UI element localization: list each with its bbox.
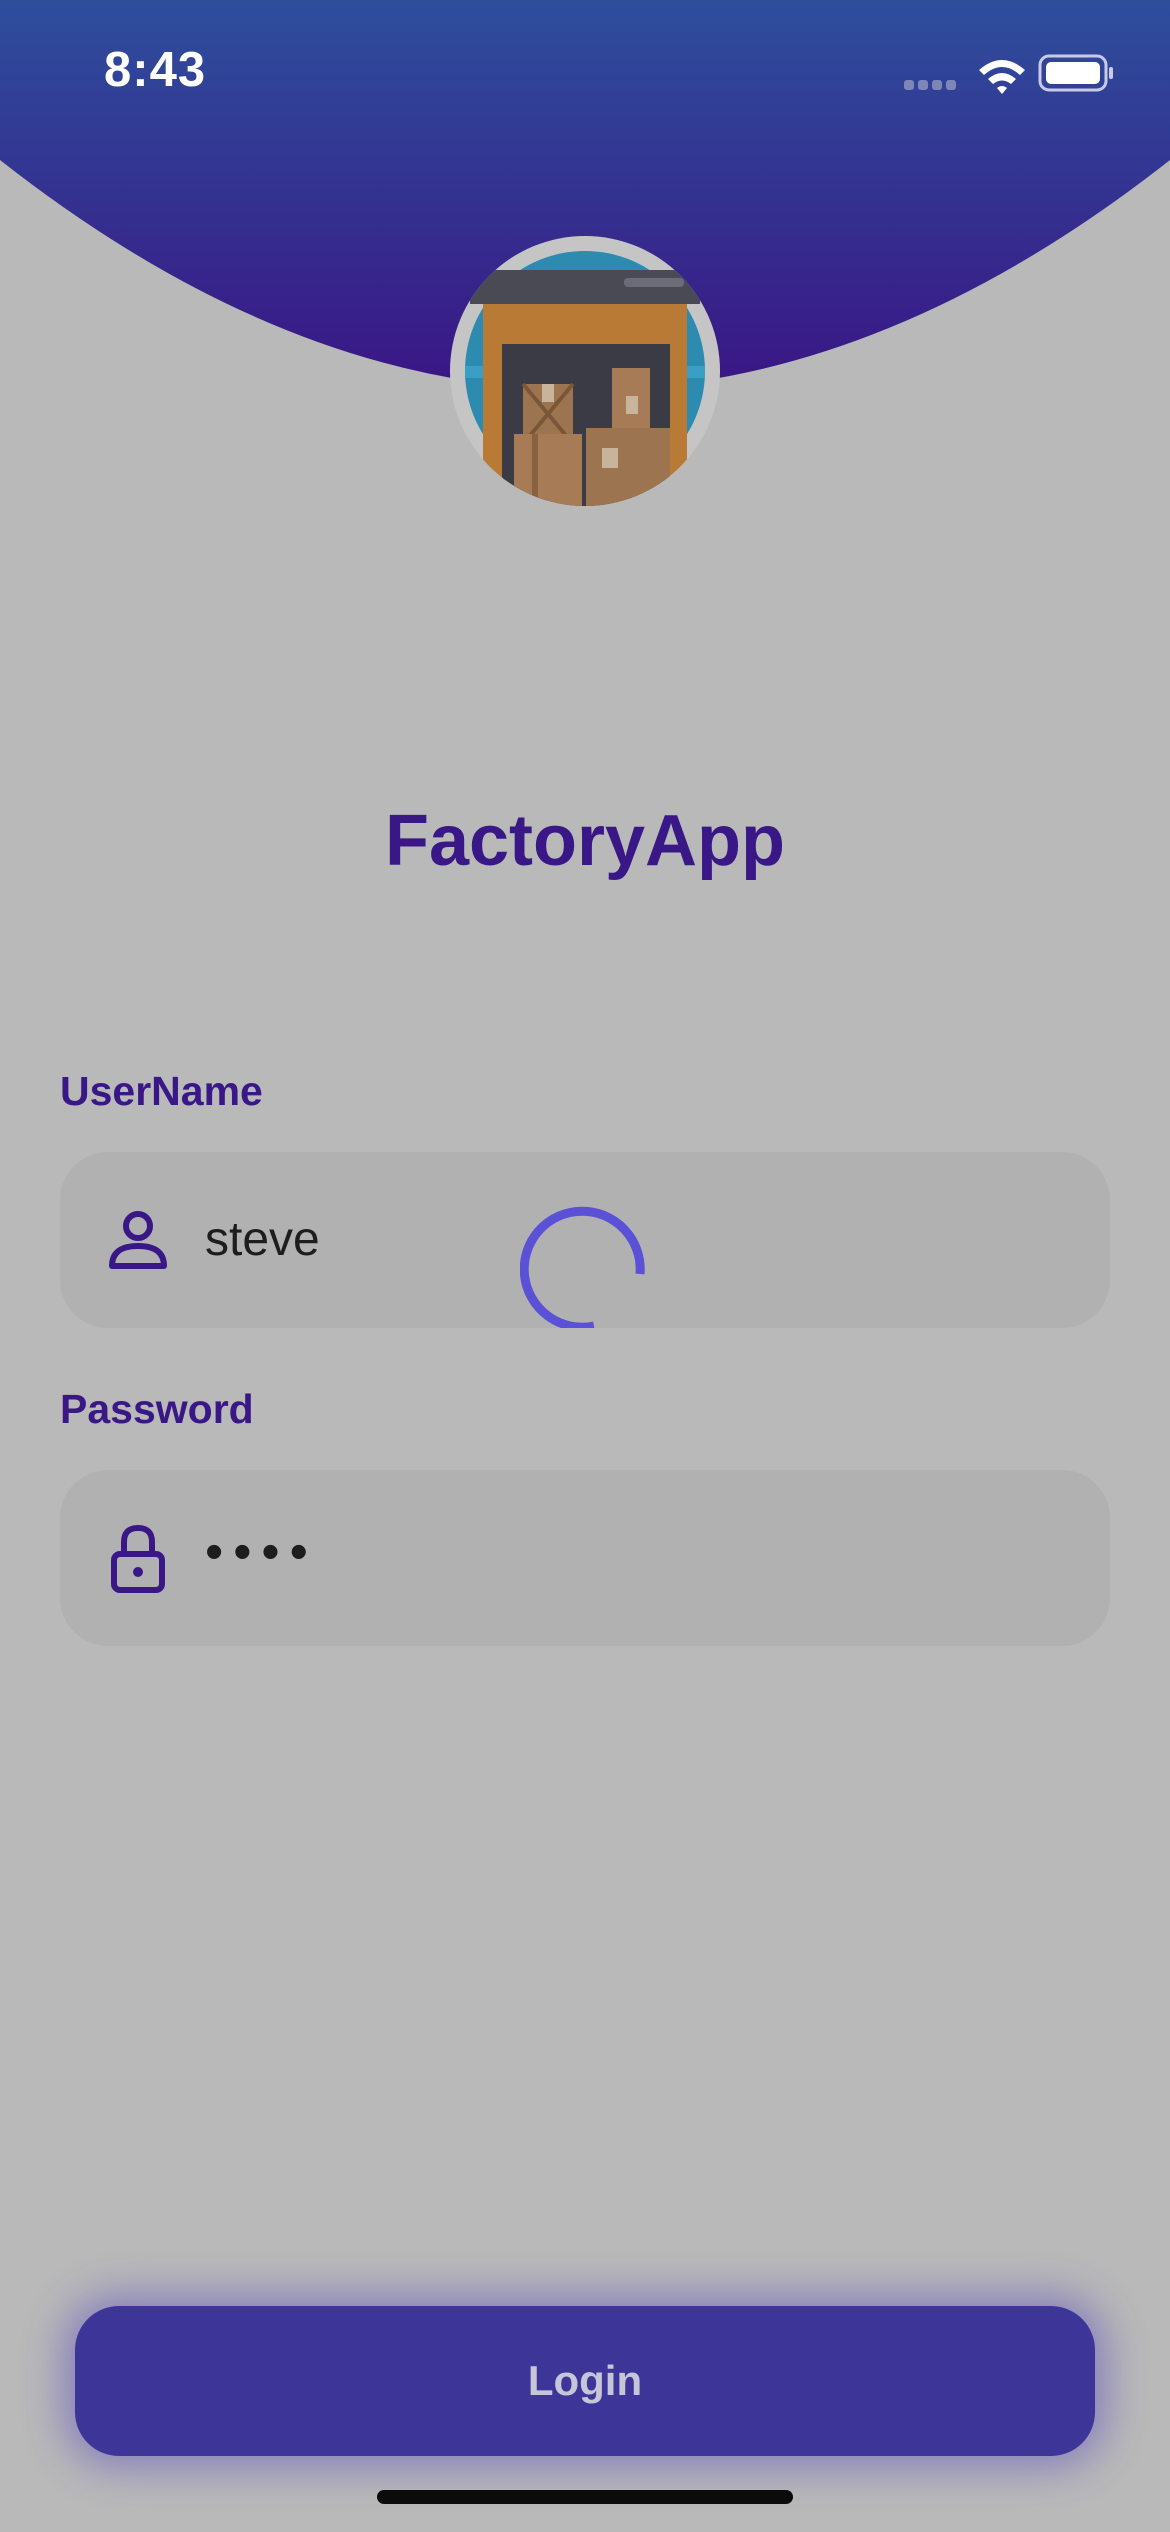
username-value[interactable]: steve [205,1152,320,1328]
username-label: UserName [60,1068,263,1114]
loading-spinner-icon [520,1206,645,1328]
cellular-signal-icon [904,80,956,90]
person-icon [109,1211,167,1269]
app-title: FactoryApp [384,801,786,881]
status-time: 8:43 [104,43,207,97]
lock-icon [111,1524,165,1593]
status-indicators [904,54,1113,94]
home-indicator[interactable] [377,2490,793,2504]
password-label: Password [60,1386,254,1432]
battery-icon [1038,54,1113,92]
password-field[interactable]: •••• [60,1470,1110,1646]
password-value[interactable]: •••• [205,1464,318,1640]
login-button[interactable]: Login [75,2306,1095,2456]
wifi-icon [979,60,1025,94]
app-logo [450,236,720,506]
